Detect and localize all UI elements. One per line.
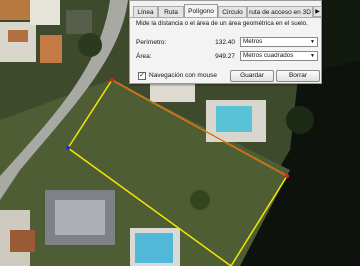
chevron-down-icon: ▼ [310,53,315,59]
ruler-dialog: Línea Ruta Polígono Círculo ruta de acce… [129,0,322,84]
save-button[interactable]: Guardar [230,70,274,82]
mouse-navigation-checkbox[interactable]: ✓ [138,72,146,80]
area-unit-select[interactable]: Metros cuadrados ▼ [240,51,318,61]
mouse-navigation-label[interactable]: Navegación con mouse [149,72,217,79]
area-label: Área: [136,53,152,60]
chevron-down-icon: ▼ [310,39,315,45]
perimeter-unit-select[interactable]: Metros ▼ [240,37,318,47]
tab-scroll-right-icon[interactable]: ▶ [313,6,322,17]
polygon-vertex[interactable] [66,146,70,150]
polygon-vertex[interactable] [110,78,114,82]
perimeter-unit: Metros [243,38,263,45]
perimeter-label: Perímetro: [136,39,167,46]
tab-linea[interactable]: Línea [133,6,158,17]
description-text: Mide la distancia o el área de un área g… [136,20,308,27]
checkmark-icon: ✓ [139,72,145,79]
tab-poligono[interactable]: Polígono [184,4,218,18]
clear-button[interactable]: Borrar [276,70,320,82]
tab-divider [130,17,321,18]
polygon-vertex[interactable] [285,174,289,178]
perimeter-value: 132.40 [215,39,235,46]
area-value: 949.27 [215,53,235,60]
tab-ruta-3d[interactable]: ruta de acceso en 3D [247,6,313,17]
area-unit: Metros cuadrados [243,52,294,59]
tab-bar: Línea Ruta Polígono Círculo ruta de acce… [130,4,322,18]
tab-ruta[interactable]: Ruta [158,6,184,17]
tab-circulo[interactable]: Círculo [218,6,247,17]
